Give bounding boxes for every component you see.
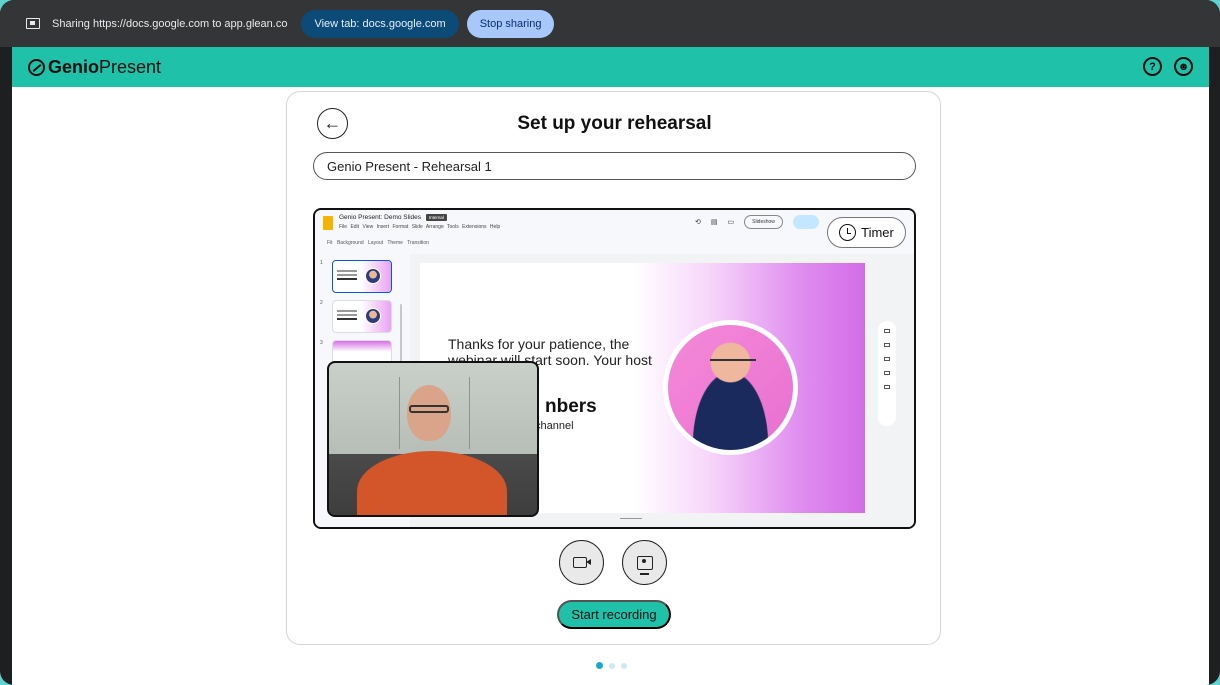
app-header: Genio Present ? ☻ [12, 47, 1209, 87]
rehearsal-name-input[interactable] [313, 152, 916, 180]
view-tab-button[interactable]: View tab: docs.google.com [301, 9, 459, 38]
start-recording-button[interactable]: Start recording [557, 600, 671, 629]
brand-name-light: Present [99, 56, 162, 77]
timer-label: Timer [861, 225, 894, 240]
pagination-dots [596, 662, 627, 669]
slides-doc-title: Genio Present: Demo Slides [339, 214, 422, 221]
slides-menu-bar: File Edit View Insert Format Slide Arran… [339, 224, 501, 230]
thumb-number: 1 [320, 260, 323, 266]
genio-logo-icon [28, 58, 45, 76]
pagination-dot[interactable] [621, 662, 627, 669]
slides-app-header: Genio Present: Demo Slides Internal File… [315, 210, 914, 254]
slide-thumbnail [332, 260, 392, 293]
internal-badge: Internal [425, 214, 447, 221]
rehearsal-setup-card: ← Set up your rehearsal Genio Present: D… [286, 91, 941, 645]
filmstrip-scrollbar [400, 304, 402, 364]
history-icon: ⟲ [695, 219, 701, 226]
stop-sharing-button[interactable]: Stop sharing [466, 9, 555, 38]
pagination-dot[interactable] [609, 662, 615, 669]
host-portrait [663, 320, 798, 455]
app-window: Sharing https://docs.google.com to app.g… [0, 0, 1220, 685]
webcam-preview [327, 361, 539, 517]
slides-toolbar: Fit Background Layout Theme Transition [327, 240, 429, 246]
brand-name-bold: Genio [48, 56, 100, 77]
account-icon[interactable]: ☻ [1174, 57, 1193, 76]
thumb-number: 3 [320, 340, 323, 346]
video-camera-icon [572, 557, 591, 568]
main-content: ← Set up your rehearsal Genio Present: D… [12, 87, 1209, 685]
slide-host-subtitle: channel [535, 420, 574, 432]
screen-share-icon [26, 18, 40, 29]
camera-icon: ▭ [727, 219, 735, 226]
screen-preview: Genio Present: Demo Slides Internal File… [313, 208, 916, 529]
slides-logo-icon [323, 216, 333, 230]
page-title: Set up your rehearsal [517, 113, 712, 134]
slide-thumbnail [332, 300, 392, 333]
share-button [792, 215, 819, 229]
clock-icon [839, 224, 857, 241]
thumb-number: 2 [320, 300, 323, 306]
screen-share-toggle-button[interactable] [622, 540, 667, 585]
camera-toggle-button[interactable] [559, 540, 604, 585]
slide-host-name: nbers [545, 396, 597, 417]
pagination-dot[interactable] [596, 662, 603, 669]
slides-side-panel [878, 321, 896, 426]
comment-icon: ▤ [710, 219, 718, 226]
presenter-screen-icon [636, 555, 653, 575]
screen-share-bar: Sharing https://docs.google.com to app.g… [0, 0, 1220, 47]
slideshow-button: Slideshow [744, 215, 783, 229]
help-icon[interactable]: ? [1143, 57, 1162, 76]
timer-button[interactable]: Timer [827, 217, 906, 248]
share-status-text: Sharing https://docs.google.com to app.g… [52, 17, 288, 30]
